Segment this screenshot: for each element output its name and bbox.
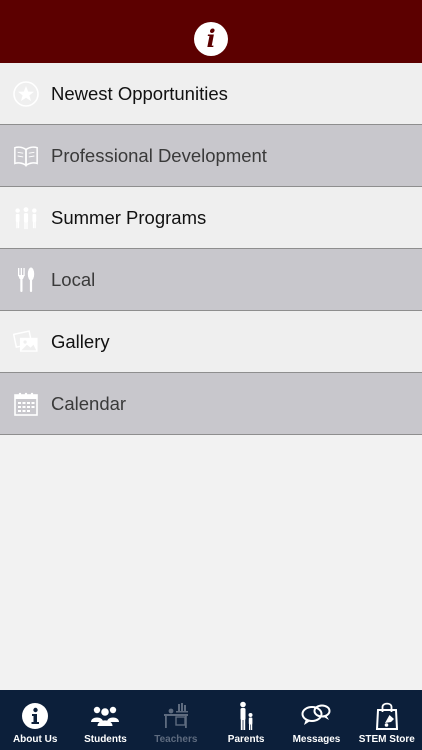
menu-item-label: Professional Development: [51, 144, 267, 166]
photos-icon: [13, 329, 39, 355]
menu-item-label: Newest Opportunities: [51, 82, 228, 104]
menu-item-label: Local: [51, 268, 96, 290]
menu-item-local[interactable]: Local: [0, 249, 422, 311]
tab-label: Parents: [227, 734, 265, 745]
tab-teachers[interactable]: Teachers: [141, 690, 211, 750]
tab-label: About Us: [12, 734, 58, 745]
bottom-tab-bar: About Us Students Teachers Parents Messa…: [0, 690, 422, 750]
menu-item-professional-development[interactable]: Professional Development: [0, 125, 422, 187]
fork-knife-icon: [13, 267, 39, 293]
tab-about-us[interactable]: About Us: [0, 690, 70, 750]
top-header: i: [0, 0, 422, 63]
menu-item-label: Gallery: [51, 330, 110, 352]
star-circle-icon: [13, 80, 39, 107]
tab-label: STEM Store: [358, 734, 415, 745]
tab-label: Teachers: [154, 734, 198, 745]
students-icon: [90, 701, 120, 731]
info-icon: [21, 701, 49, 731]
parent-child-icon: [234, 701, 258, 731]
menu-item-label: Calendar: [51, 392, 127, 414]
menu-item-newest-opportunities[interactable]: Newest Opportunities: [0, 63, 422, 125]
tab-label: Students: [84, 734, 127, 745]
tab-students[interactable]: Students: [70, 690, 140, 750]
shopping-bag-icon: [374, 701, 400, 731]
info-icon[interactable]: i: [194, 21, 228, 56]
chat-bubbles-icon: [301, 701, 331, 731]
open-book-icon: [13, 143, 39, 169]
menu-list: Newest Opportunities Professional Develo…: [0, 63, 422, 435]
people-group-icon: [13, 205, 39, 231]
calendar-icon: [13, 391, 39, 417]
tab-messages[interactable]: Messages: [281, 690, 351, 750]
menu-item-gallery[interactable]: Gallery: [0, 311, 422, 373]
tab-stem-store[interactable]: STEM Store: [352, 690, 422, 750]
menu-item-label: Summer Programs: [51, 206, 207, 228]
tab-parents[interactable]: Parents: [211, 690, 281, 750]
menu-item-calendar[interactable]: Calendar: [0, 373, 422, 435]
menu-item-summer-programs[interactable]: Summer Programs: [0, 187, 422, 249]
tab-label: Messages: [292, 734, 341, 745]
teacher-desk-icon: [161, 701, 191, 731]
